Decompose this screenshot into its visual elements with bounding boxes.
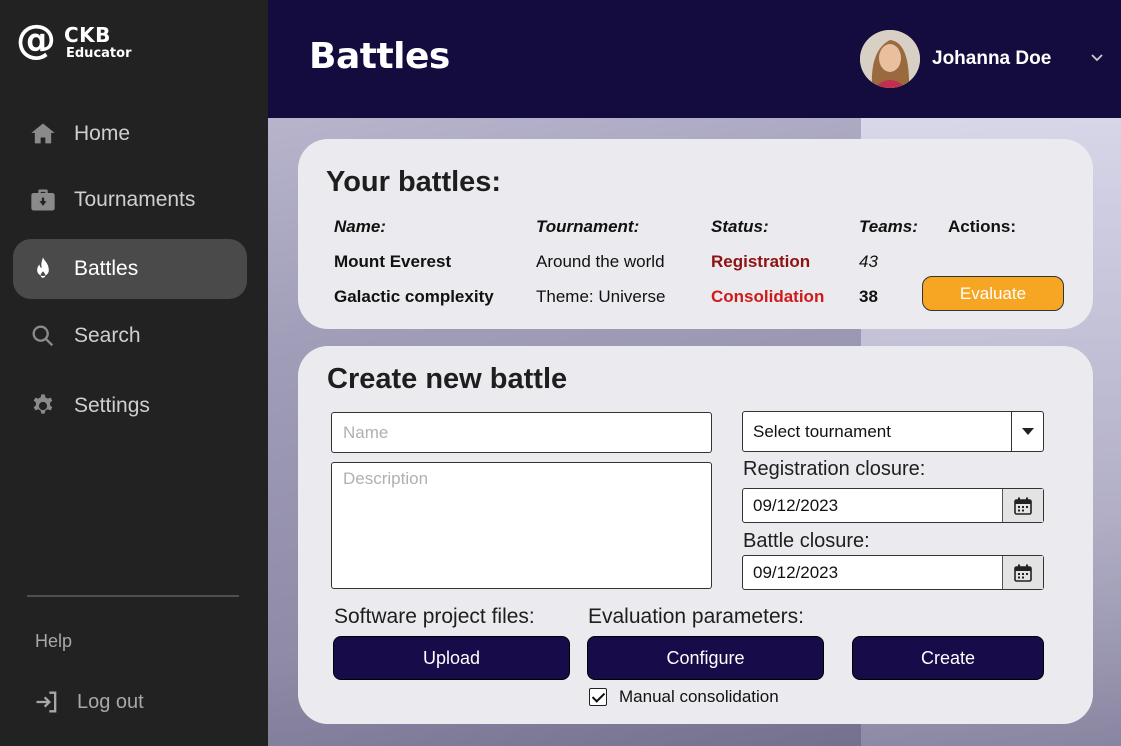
battle-name[interactable]: Galactic complexity	[334, 287, 494, 307]
create-battle-title: Create new battle	[327, 363, 568, 395]
user-menu[interactable]: Johanna Doe	[860, 30, 1051, 88]
gear-icon	[28, 391, 58, 421]
sidebar-item-label: Search	[74, 324, 141, 347]
upload-button[interactable]: Upload	[333, 636, 570, 680]
logout-icon	[36, 691, 57, 713]
column-header-teams: Teams:	[859, 217, 918, 236]
app-logo[interactable]: @ CKB Educator	[16, 17, 132, 63]
app-subtitle: Educator	[66, 45, 132, 61]
column-header-status: Status:	[711, 217, 769, 236]
briefcase-icon	[28, 185, 58, 215]
registration-date-input[interactable]: 09/12/2023	[742, 488, 1044, 523]
status-badge: Registration	[711, 252, 811, 271]
sidebar-item-label: Settings	[74, 394, 150, 417]
chevron-down-icon[interactable]	[1090, 50, 1104, 64]
sidebar-item-label: Tournaments	[74, 188, 196, 211]
configure-button[interactable]: Configure	[587, 636, 824, 680]
sidebar-item-battles[interactable]: Battles	[13, 239, 247, 299]
status-badge: Consolidation	[711, 287, 825, 306]
flame-icon	[28, 254, 58, 284]
your-battles-card: Your battles: Name: Tournament: Status: …	[298, 139, 1093, 329]
calendar-icon[interactable]	[1002, 556, 1043, 589]
sidebar-item-search[interactable]: Search	[13, 306, 247, 366]
tournament-select-value: Select tournament	[753, 422, 891, 441]
at-sign-icon: @	[16, 17, 56, 63]
registration-date-value: 09/12/2023	[753, 496, 839, 515]
your-battles-title: Your battles:	[326, 166, 502, 198]
sidebar-divider	[27, 595, 239, 597]
teams-count: 43	[859, 252, 878, 271]
name-input[interactable]: Name	[331, 412, 712, 453]
column-header-actions: Actions:	[948, 217, 1016, 236]
manual-consolidation-option[interactable]: Manual consolidation	[589, 687, 779, 707]
teams-count: 38	[859, 287, 878, 306]
registration-closure-label: Registration closure:	[743, 458, 926, 480]
battle-tournament: Theme: Universe	[536, 287, 666, 306]
sidebar-item-home[interactable]: Home	[13, 104, 247, 164]
sidebar-item-label: Battles	[74, 257, 139, 280]
sidebar-item-tournaments[interactable]: Tournaments	[13, 170, 247, 230]
app-title: CKB	[64, 22, 111, 47]
home-icon	[28, 119, 58, 149]
manual-consolidation-label: Manual consolidation	[619, 687, 779, 706]
evaluation-parameters-label: Evaluation parameters:	[588, 605, 804, 628]
logout-label: Log out	[77, 690, 144, 713]
top-header: Battles Johanna Doe	[268, 0, 1121, 118]
battle-closure-label: Battle closure:	[743, 530, 870, 552]
description-input[interactable]: Description	[331, 462, 712, 589]
create-button[interactable]: Create	[852, 636, 1044, 680]
logout-button[interactable]: Log out	[33, 688, 144, 716]
sidebar-item-settings[interactable]: Settings	[13, 376, 247, 436]
battle-date-input[interactable]: 09/12/2023	[742, 555, 1044, 590]
page-title: Battles	[309, 36, 450, 77]
software-files-label: Software project files:	[334, 605, 535, 628]
help-link[interactable]: Help	[35, 631, 72, 652]
battle-date-value: 09/12/2023	[753, 563, 839, 582]
column-header-tournament: Tournament:	[536, 217, 640, 236]
battle-name[interactable]: Mount Everest	[334, 252, 451, 272]
main-content: Your battles: Name: Tournament: Status: …	[268, 118, 1121, 746]
create-battle-card: Create new battle Name Description Selec…	[298, 346, 1093, 724]
tournament-select[interactable]: Select tournament	[742, 411, 1044, 452]
dropdown-arrow-icon[interactable]	[1011, 412, 1043, 451]
evaluate-button[interactable]: Evaluate	[922, 276, 1064, 311]
battle-tournament: Around the world	[536, 252, 665, 271]
manual-consolidation-checkbox[interactable]	[589, 688, 607, 706]
search-icon	[28, 321, 58, 351]
calendar-icon[interactable]	[1002, 489, 1043, 522]
column-header-name: Name:	[334, 217, 386, 236]
sidebar-item-label: Home	[74, 122, 131, 145]
user-name: Johanna Doe	[932, 48, 1052, 69]
avatar	[860, 30, 920, 88]
sidebar: @ CKB Educator Home Tournaments Battles …	[0, 0, 268, 746]
